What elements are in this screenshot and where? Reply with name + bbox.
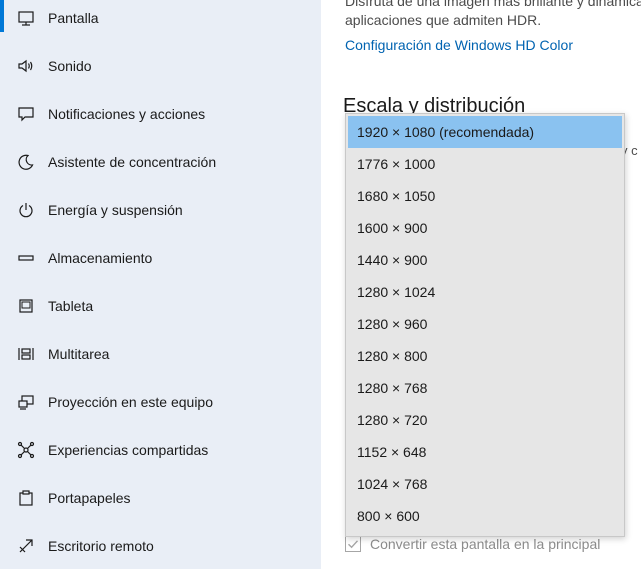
sidebar-item-pantalla[interactable]: Pantalla bbox=[0, 0, 321, 42]
resolution-option[interactable]: 1280 × 720 bbox=[348, 404, 622, 436]
sidebar-item-tableta[interactable]: Tableta bbox=[0, 282, 321, 330]
make-main-display-checkbox[interactable] bbox=[345, 536, 361, 552]
sidebar-item-notificaciones-y-acciones[interactable]: Notificaciones y acciones bbox=[0, 90, 321, 138]
moon-icon bbox=[16, 152, 36, 172]
resolution-option[interactable]: 1680 × 1050 bbox=[348, 180, 622, 212]
resolution-option[interactable]: 1440 × 900 bbox=[348, 244, 622, 276]
resolution-dropdown-list[interactable]: 1920 × 1080 (recomendada) 1776 × 1000 1680… bbox=[345, 113, 625, 537]
settings-sidebar: Pantalla Sonido Notificaciones y acciones A… bbox=[0, 0, 321, 569]
resolution-option[interactable]: 1280 × 960 bbox=[348, 308, 622, 340]
sidebar-item-label: Asistente de concentración bbox=[48, 154, 217, 170]
sidebar-item-label: Escritorio remoto bbox=[48, 538, 154, 554]
resolution-option-selected[interactable]: 1920 × 1080 (recomendada) bbox=[348, 116, 622, 148]
make-main-display-option[interactable]: Convertir esta pantalla en la principal bbox=[345, 536, 600, 552]
hdr-description-line2: aplicaciones que admiten HDR. bbox=[345, 12, 542, 28]
sidebar-item-label: Energía y suspensión bbox=[48, 202, 183, 218]
resolution-option[interactable]: 1776 × 1000 bbox=[348, 148, 622, 180]
sidebar-item-experiencias-compartidas[interactable]: Experiencias compartidas bbox=[0, 426, 321, 474]
resolution-option[interactable]: 1280 × 1024 bbox=[348, 276, 622, 308]
power-icon bbox=[16, 200, 36, 220]
clipboard-icon bbox=[16, 488, 36, 508]
share-icon bbox=[16, 440, 36, 460]
resolution-option[interactable]: 1600 × 900 bbox=[348, 212, 622, 244]
sidebar-item-label: Experiencias compartidas bbox=[48, 442, 209, 458]
sidebar-item-sonido[interactable]: Sonido bbox=[0, 42, 321, 90]
resolution-option[interactable]: 1280 × 768 bbox=[348, 372, 622, 404]
storage-icon bbox=[16, 248, 36, 268]
sidebar-item-label: Notificaciones y acciones bbox=[48, 106, 206, 122]
tablet-icon bbox=[16, 296, 36, 316]
checkmark-icon bbox=[348, 540, 359, 549]
sidebar-item-label: Multitarea bbox=[48, 346, 110, 362]
sidebar-item-label: Portapapeles bbox=[48, 490, 131, 506]
projection-icon bbox=[16, 392, 36, 412]
sidebar-item-label: Proyección en este equipo bbox=[48, 394, 213, 410]
resolution-option[interactable]: 1280 × 800 bbox=[348, 340, 622, 372]
hd-color-settings-link[interactable]: Configuración de Windows HD Color bbox=[345, 37, 573, 53]
sidebar-item-energia-y-suspension[interactable]: Energía y suspensión bbox=[0, 186, 321, 234]
sidebar-item-proyeccion-en-este-equipo[interactable]: Proyección en este equipo bbox=[0, 378, 321, 426]
resolution-option[interactable]: 1152 × 648 bbox=[348, 436, 622, 468]
remote-icon bbox=[16, 536, 36, 556]
sidebar-item-label: Sonido bbox=[48, 58, 92, 74]
sidebar-item-label: Pantalla bbox=[48, 10, 99, 26]
sidebar-item-multitarea[interactable]: Multitarea bbox=[0, 330, 321, 378]
sidebar-item-escritorio-remoto[interactable]: Escritorio remoto bbox=[0, 522, 321, 570]
hdr-description-line1: Disfruta de una imagen más brillante y d… bbox=[345, 0, 641, 9]
sidebar-item-portapapeles[interactable]: Portapapeles bbox=[0, 474, 321, 522]
multitask-icon bbox=[16, 344, 36, 364]
make-main-display-label: Convertir esta pantalla en la principal bbox=[370, 536, 601, 552]
sidebar-item-label: Tableta bbox=[48, 298, 94, 314]
selected-indicator bbox=[0, 0, 4, 32]
resolution-option[interactable]: 1024 × 768 bbox=[348, 468, 622, 500]
sidebar-item-asistente-de-concentracion[interactable]: Asistente de concentración bbox=[0, 138, 321, 186]
resolution-option[interactable]: 800 × 600 bbox=[348, 500, 622, 532]
sidebar-item-label: Almacenamiento bbox=[48, 250, 153, 266]
sidebar-item-almacenamiento[interactable]: Almacenamiento bbox=[0, 234, 321, 282]
speaker-icon bbox=[16, 56, 36, 76]
message-icon bbox=[16, 104, 36, 124]
monitor-icon bbox=[16, 8, 36, 28]
